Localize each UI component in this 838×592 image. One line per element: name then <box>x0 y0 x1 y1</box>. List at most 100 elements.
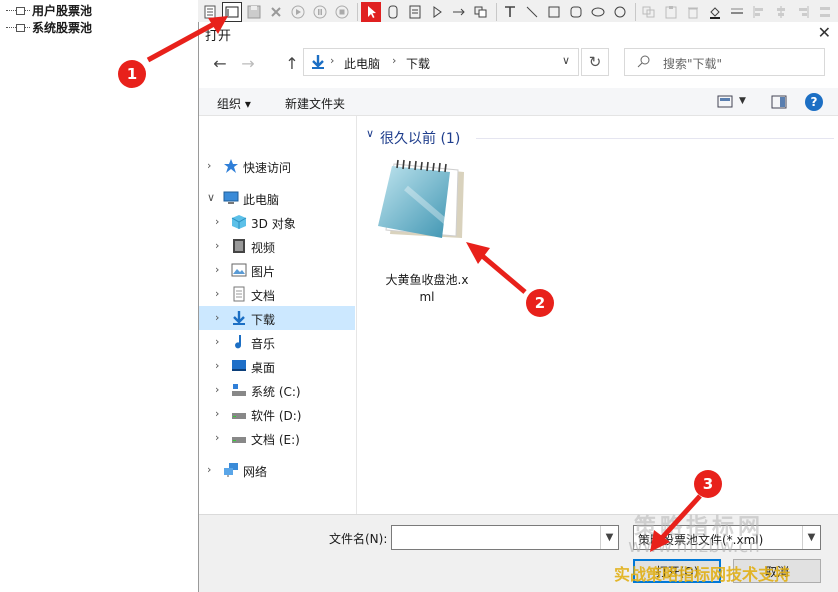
tree-item-system-pool[interactable]: 系统股票池 <box>6 19 92 35</box>
nav-item-10[interactable]: › 软件 (D:) <box>199 402 355 426</box>
preview-pane-icon[interactable] <box>771 95 787 109</box>
fill-icon[interactable] <box>705 2 725 22</box>
align-right-icon[interactable] <box>793 2 813 22</box>
line-icon[interactable] <box>522 2 542 22</box>
notepad-icon[interactable] <box>376 152 471 262</box>
nav-item-label: 音乐 <box>251 337 276 351</box>
close-icon[interactable]: ✕ <box>818 23 831 42</box>
view-dropdown-icon[interactable]: ▼ <box>739 96 746 106</box>
chevron-right-icon[interactable]: › <box>215 239 219 252</box>
chevron-down-icon[interactable]: ∨ <box>207 191 215 204</box>
organize-button[interactable]: 组织 ▾ <box>217 95 251 112</box>
arrow-right-icon[interactable] <box>449 2 469 22</box>
annotation-badge-3: 3 <box>694 470 722 498</box>
group-collapse-icon[interactable]: ∨ <box>366 127 374 140</box>
toolbar <box>198 0 838 24</box>
refresh-button[interactable]: ↻ <box>581 48 609 76</box>
video-icon <box>233 239 245 253</box>
nav-item-label: 下载 <box>251 313 276 327</box>
trash-disabled-icon[interactable] <box>683 2 703 22</box>
drive-icon <box>232 437 246 443</box>
nav-item-8[interactable]: › 桌面 <box>199 354 355 378</box>
rounded-square-icon[interactable] <box>566 2 586 22</box>
chevron-right-icon[interactable]: › <box>207 159 211 172</box>
nav-item-5[interactable]: › 文档 <box>199 282 355 306</box>
distribute-icon[interactable] <box>815 2 835 22</box>
nav-item-label: 系统 (C:) <box>251 385 301 399</box>
nav-item-6[interactable]: › 下载 <box>199 306 355 330</box>
nav-item-2[interactable]: › 3D 对象 <box>199 210 355 234</box>
filename-label: 文件名(N): <box>329 532 388 546</box>
delete-icon[interactable] <box>266 2 286 22</box>
square-icon[interactable] <box>544 2 564 22</box>
nav-item-1[interactable]: ∨ 此电脑 <box>199 186 355 210</box>
align-left-icon[interactable] <box>749 2 769 22</box>
ellipse-icon[interactable] <box>588 2 608 22</box>
chevron-right-icon[interactable]: › <box>215 407 219 420</box>
search-box[interactable]: 搜索"下载" <box>624 48 825 76</box>
new-folder-button[interactable]: 新建文件夹 <box>285 95 345 112</box>
chevron-right-icon[interactable]: › <box>215 215 219 228</box>
nav-item-4[interactable]: › 图片 <box>199 258 355 282</box>
chevron-right-icon[interactable]: › <box>215 335 219 348</box>
stop-icon[interactable] <box>332 2 352 22</box>
star-icon <box>224 159 238 173</box>
chevron-right-icon[interactable]: › <box>215 383 219 396</box>
tree-connector-icon <box>6 6 30 15</box>
search-icon <box>637 55 650 68</box>
group-header[interactable]: 很久以前 (1) <box>380 128 460 148</box>
note-icon[interactable] <box>405 2 425 22</box>
file-name-label[interactable]: 大黄鱼收盘池.xml <box>382 272 472 306</box>
nav-item-0[interactable]: › 快速访问 <box>199 154 355 178</box>
nav-item-9[interactable]: › 系统 (C:) <box>199 378 355 402</box>
breadcrumb-downloads[interactable]: 下载 <box>406 55 430 72</box>
forward-button[interactable]: → <box>237 53 259 73</box>
nav-item-label: 快速访问 <box>243 161 292 175</box>
help-icon[interactable]: ? <box>805 93 823 111</box>
filename-field[interactable]: ▼ <box>391 525 619 550</box>
copy-disabled-icon[interactable] <box>639 2 659 22</box>
nav-item-label: 桌面 <box>251 361 276 375</box>
chevron-right-icon[interactable]: › <box>215 287 219 300</box>
chevron-right-icon[interactable]: › <box>215 359 219 372</box>
search-input[interactable]: 搜索"下载" <box>663 55 722 72</box>
breadcrumb-this-pc[interactable]: 此电脑 <box>344 55 380 72</box>
document-icon[interactable] <box>200 2 220 22</box>
toolbar-separator <box>496 2 497 21</box>
line-width-icon[interactable] <box>727 2 747 22</box>
back-button[interactable]: ← <box>209 53 231 73</box>
navigation-pane: › 快速访问 ∨ 此电脑 › 3D 对象 › 视频 › 图片 › 文档 › 下载 › 音乐 › 桌面 › 系统 (C:… <box>199 116 357 514</box>
group-divider <box>476 138 834 139</box>
chevron-right-icon[interactable]: › <box>207 463 211 476</box>
toolbar-separator <box>635 2 636 21</box>
copy-icon[interactable] <box>471 2 491 22</box>
breadcrumb-sep: › <box>330 54 335 67</box>
play-icon[interactable] <box>288 2 308 22</box>
address-bar[interactable]: › 此电脑 › 下载 ∨ <box>303 48 579 76</box>
nav-item-11[interactable]: › 文档 (E:) <box>199 426 355 450</box>
chevron-down-icon[interactable]: ▼ <box>802 526 820 549</box>
chevron-right-icon[interactable]: › <box>215 263 219 276</box>
tree-item-user-pool[interactable]: 用户股票池 <box>6 2 92 18</box>
chevron-right-icon[interactable]: › <box>215 311 219 324</box>
chevron-down-icon[interactable]: ∨ <box>562 54 570 67</box>
nav-item-3[interactable]: › 视频 <box>199 234 355 258</box>
open-icon[interactable] <box>222 1 242 22</box>
select-arrow-icon[interactable] <box>361 1 381 22</box>
triangle-icon[interactable] <box>427 2 447 22</box>
text-tool-icon[interactable] <box>500 2 520 22</box>
nav-item-12[interactable]: › 网络 <box>199 458 355 482</box>
view-options-icon[interactable] <box>717 95 733 109</box>
up-button[interactable]: ↑ <box>281 53 303 73</box>
nav-item-7[interactable]: › 音乐 <box>199 330 355 354</box>
rounded-rect-icon[interactable] <box>383 2 403 22</box>
chevron-right-icon[interactable]: › <box>215 431 219 444</box>
align-center-icon[interactable] <box>771 2 791 22</box>
stock-pool-tree: 用户股票池 系统股票池 <box>0 0 198 592</box>
chevron-down-icon[interactable]: ▼ <box>600 526 618 549</box>
pause-icon[interactable] <box>310 2 330 22</box>
paste-disabled-icon[interactable] <box>661 2 681 22</box>
circle-icon[interactable] <box>610 2 630 22</box>
save-icon[interactable] <box>244 2 264 22</box>
watermark-url: www.mlzbw.cn <box>628 536 760 557</box>
